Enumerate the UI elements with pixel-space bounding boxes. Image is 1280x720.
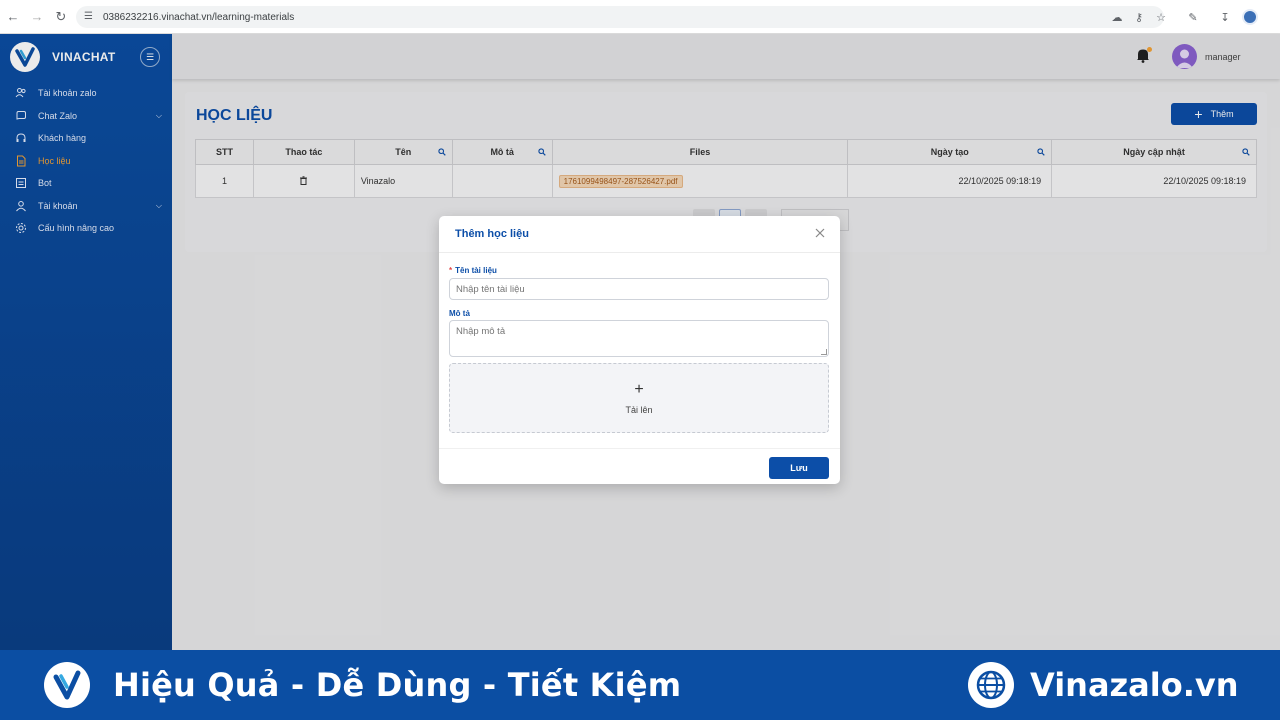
browser-toolbar: ← → ↻ ☰ 0386232216.vinachat.vn/learning-… — [0, 0, 1280, 34]
name-field-label: * Tên tài liệu — [449, 266, 497, 275]
upload-label: Tải lên — [625, 404, 653, 415]
description-wrapper — [449, 320, 829, 357]
description-textarea[interactable] — [449, 320, 829, 357]
promo-banner: Hiệu Quả - Dễ Dùng - Tiết Kiệm Vinazalo.… — [0, 650, 1280, 720]
name-field-label-text: Tên tài liệu — [455, 266, 497, 275]
add-material-modal: Thêm học liệu *Tên tài liệu Mô tả + Tải … — [439, 216, 840, 484]
upload-dropzone[interactable]: + Tải lên — [449, 363, 829, 433]
website-name: Vinazalo.vn — [1030, 666, 1239, 704]
vinazalo-logo-icon — [44, 662, 90, 708]
star-icon[interactable]: ☆ — [1150, 6, 1172, 28]
close-icon[interactable] — [814, 227, 828, 241]
site-settings-icon[interactable]: ☰ — [84, 11, 96, 23]
save-button[interactable]: Lưu — [769, 457, 829, 479]
forward-icon[interactable]: → — [26, 6, 48, 28]
name-input[interactable] — [449, 278, 829, 300]
resize-handle[interactable] — [821, 349, 827, 355]
address-bar[interactable]: ☰ 0386232216.vinachat.vn/learning-materi… — [76, 6, 1164, 28]
extensions-icon[interactable]: ✎ — [1182, 6, 1204, 28]
back-icon[interactable]: ← — [2, 6, 24, 28]
globe-icon — [968, 662, 1014, 708]
modal-title: Thêm học liệu — [455, 228, 529, 240]
required-mark: * — [449, 266, 453, 275]
slogan: Hiệu Quả - Dễ Dùng - Tiết Kiệm — [113, 666, 682, 704]
key-icon[interactable]: ⚷ — [1128, 6, 1150, 28]
description-field-label: Mô tả — [449, 309, 470, 318]
modal-footer: Lưu — [439, 448, 840, 484]
browser-profile-icon[interactable] — [1242, 9, 1258, 25]
modal-header: Thêm học liệu — [439, 216, 840, 253]
plus-icon: + — [634, 380, 644, 398]
cloud-icon[interactable]: ☁ — [1106, 6, 1128, 28]
download-icon[interactable]: ↧ — [1214, 6, 1236, 28]
url-text: 0386232216.vinachat.vn/learning-material… — [103, 11, 295, 23]
reload-icon[interactable]: ↻ — [50, 6, 72, 28]
